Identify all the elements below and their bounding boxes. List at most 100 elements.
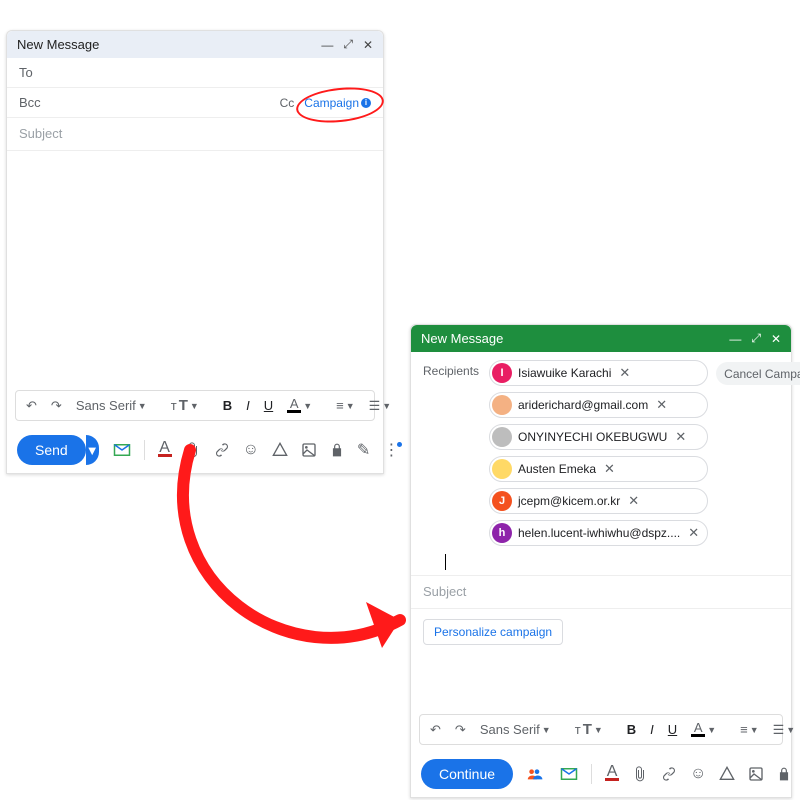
redo-icon[interactable]: ↷ <box>451 720 470 740</box>
underline-button[interactable]: U <box>260 396 277 415</box>
bold-button[interactable]: B <box>623 720 640 739</box>
compose-header[interactable]: New Message — ⤢ ✕ <box>7 31 383 58</box>
text-color-button[interactable]: A ▼ <box>283 397 316 415</box>
chip-remove-icon[interactable]: ✕ <box>602 461 617 477</box>
redo-icon[interactable]: ↷ <box>47 396 66 416</box>
chip-label: ariderichard@gmail.com <box>518 398 648 412</box>
recipient-chips[interactable]: IIsiawuike Karachi✕ariderichard@gmail.co… <box>489 360 708 546</box>
chip-remove-icon[interactable]: ✕ <box>654 397 669 413</box>
chip-label: helen.lucent-iwhiwhu@dspz.... <box>518 526 680 540</box>
chip-remove-icon[interactable]: ✕ <box>617 365 632 381</box>
attach-icon[interactable] <box>632 766 648 782</box>
italic-button[interactable]: I <box>242 396 254 415</box>
avatar <box>492 427 512 447</box>
chip-label: Austen Emeka <box>518 462 596 476</box>
image-icon[interactable] <box>748 766 764 782</box>
font-family[interactable]: Sans Serif ▼ <box>72 396 151 415</box>
chip-label: ONYINYECHI OKEBUGWU <box>518 430 667 444</box>
message-body[interactable] <box>411 645 791 714</box>
formatting-toolbar: ↶ ↷ Sans Serif ▼ тT▼ B I U A ▼ ≡▼ ☰▼ <box>15 390 375 421</box>
undo-icon[interactable]: ↶ <box>22 396 41 416</box>
recipients-label: Recipients <box>423 360 481 378</box>
list-button[interactable]: ☰▼ <box>769 720 800 740</box>
text-color-button[interactable]: A ▼ <box>687 721 720 739</box>
underline-button[interactable]: U <box>664 720 681 739</box>
toggle-mail-icon[interactable] <box>113 443 131 457</box>
send-options-button[interactable]: ▼ <box>86 435 99 465</box>
annotation-arrow <box>120 440 440 700</box>
font-size[interactable]: тT▼ <box>167 395 203 416</box>
minimize-icon[interactable]: — <box>321 38 333 52</box>
continue-button[interactable]: Continue <box>421 759 513 789</box>
recipient-input-cursor[interactable] <box>445 554 446 570</box>
subject-input[interactable] <box>19 126 371 141</box>
multisend-icon[interactable] <box>527 767 547 781</box>
chip-label: jcepm@kicem.or.kr <box>518 494 620 508</box>
emoji-icon[interactable]: ☺ <box>690 765 706 783</box>
compose-header[interactable]: New Message — ⤢ ✕ <box>411 325 791 352</box>
bcc-row[interactable]: Bcc Cc Campaign i <box>7 88 383 118</box>
text-color-footer-icon[interactable]: A <box>158 443 172 457</box>
emoji-icon[interactable]: ☺ <box>243 441 259 459</box>
recipient-chip[interactable]: h helen.lucent-iwhiwhu@dspz.... ✕ <box>489 520 708 546</box>
font-family[interactable]: Sans Serif ▼ <box>476 720 555 739</box>
subject-row[interactable] <box>411 576 791 609</box>
confidential-icon[interactable] <box>330 442 344 458</box>
subject-row[interactable] <box>7 118 383 151</box>
chip-remove-icon[interactable]: ✕ <box>626 493 641 509</box>
expand-icon[interactable]: ⤢ <box>751 331 761 346</box>
close-icon[interactable]: ✕ <box>771 332 781 346</box>
compose-footer: Continue A ☺ <box>411 751 791 797</box>
cc-link[interactable]: Cc <box>280 96 295 110</box>
close-icon[interactable]: ✕ <box>363 38 373 52</box>
compose-title: New Message <box>421 331 503 346</box>
avatar <box>492 459 512 479</box>
more-icon[interactable]: ⋮ <box>383 440 404 460</box>
avatar: h <box>492 523 512 543</box>
image-icon[interactable] <box>301 442 317 458</box>
recipient-chip[interactable]: Austen Emeka ✕ <box>489 456 708 482</box>
to-label: To <box>19 65 73 80</box>
text-color-footer-icon[interactable]: A <box>605 767 619 781</box>
personalize-campaign-button[interactable]: Personalize campaign <box>423 619 563 645</box>
toggle-mail-icon[interactable] <box>560 767 578 781</box>
formatting-toolbar: ↶ ↷ Sans Serif ▼ тT▼ B I U A ▼ ≡▼ ☰▼ <box>419 714 783 745</box>
recipient-chip[interactable]: Jjcepm@kicem.or.kr ✕ <box>489 488 708 514</box>
undo-icon[interactable]: ↶ <box>426 720 445 740</box>
bcc-label: Bcc <box>19 95 73 110</box>
campaign-label: Campaign <box>304 96 359 110</box>
bold-button[interactable]: B <box>219 396 236 415</box>
avatar <box>492 395 512 415</box>
compose-window-campaign: New Message — ⤢ ✕ Recipients I Isiawuike … <box>410 324 792 798</box>
align-button[interactable]: ≡▼ <box>332 396 359 415</box>
avatar: I <box>492 363 512 383</box>
chip-label: Isiawuike Karachi <box>518 366 611 380</box>
to-row[interactable]: To <box>7 58 383 88</box>
drive-icon[interactable] <box>272 442 288 458</box>
compose-footer: Send ▼ A ☺ ✎ ⋮ <box>7 427 383 473</box>
avatar: J <box>492 491 512 511</box>
message-body[interactable] <box>7 151 383 390</box>
italic-button[interactable]: I <box>646 720 658 739</box>
cancel-campaign-chip[interactable]: Cancel Campaign ✖ <box>716 362 800 385</box>
subject-input[interactable] <box>423 584 779 599</box>
link-icon[interactable] <box>214 442 230 458</box>
recipient-chip[interactable]: I Isiawuike Karachi ✕ <box>489 360 708 386</box>
send-button[interactable]: Send <box>17 435 86 465</box>
drive-icon[interactable] <box>719 766 735 782</box>
chip-remove-icon[interactable]: ✕ <box>686 525 701 541</box>
chip-remove-icon[interactable]: ✕ <box>673 429 688 445</box>
font-size[interactable]: тT▼ <box>571 719 607 740</box>
recipient-chip[interactable]: ONYINYECHI OKEBUGWU ✕ <box>489 424 708 450</box>
expand-icon[interactable]: ⤢ <box>343 37 353 52</box>
compose-title: New Message <box>17 37 99 52</box>
list-button[interactable]: ☰▼ <box>365 396 396 416</box>
confidential-icon[interactable] <box>777 766 791 782</box>
attach-icon[interactable] <box>185 442 201 458</box>
recipient-chip[interactable]: ariderichard@gmail.com ✕ <box>489 392 708 418</box>
link-icon[interactable] <box>661 766 677 782</box>
signature-icon[interactable]: ✎ <box>357 440 370 460</box>
campaign-link[interactable]: Campaign i <box>304 96 371 110</box>
align-button[interactable]: ≡▼ <box>736 720 763 739</box>
minimize-icon[interactable]: — <box>729 332 741 346</box>
